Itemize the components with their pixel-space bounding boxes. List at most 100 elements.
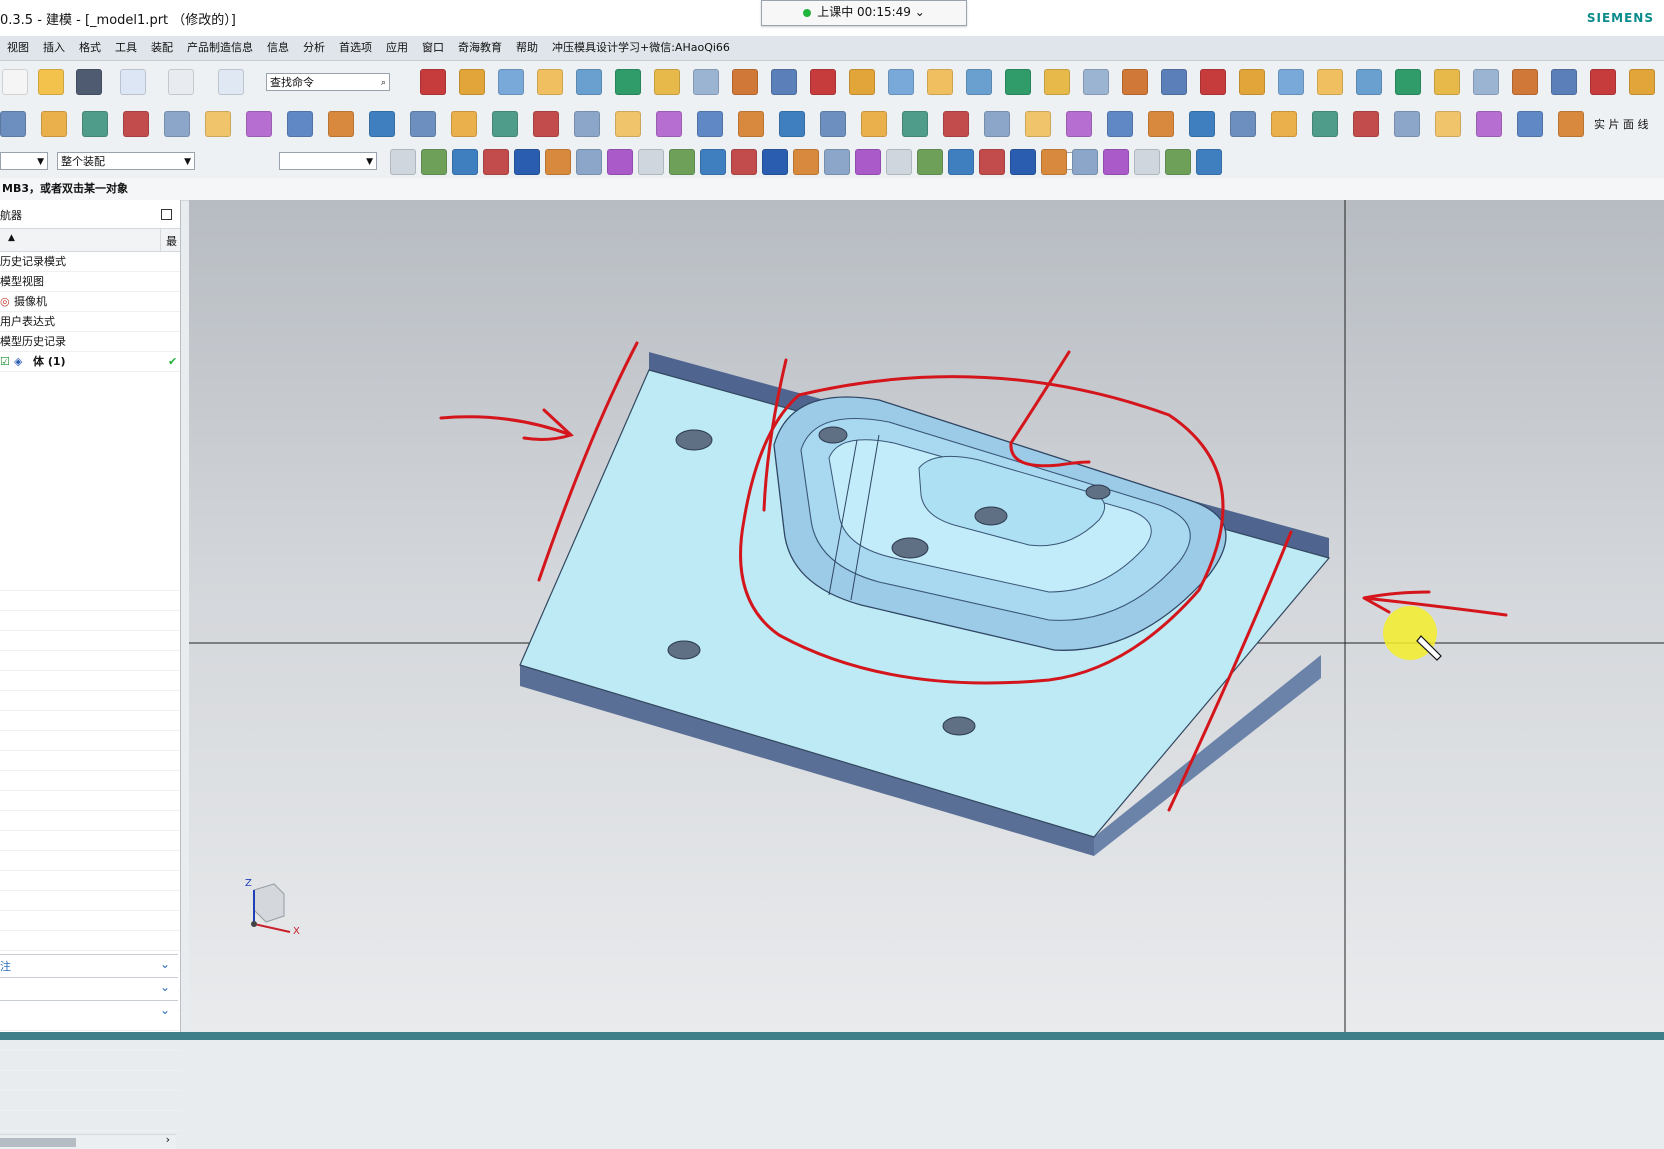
modeling-tool-29-icon[interactable] — [1148, 111, 1174, 137]
modeling-tool-21-icon[interactable] — [820, 111, 846, 137]
feature-tool-14-icon[interactable] — [927, 69, 953, 95]
tree-row-model-history[interactable]: 模型历史记录 — [0, 332, 180, 352]
menu-item[interactable]: 格式 — [72, 36, 108, 60]
expand-icon[interactable]: ⌄ — [160, 980, 170, 994]
modeling-tool-5-icon[interactable] — [164, 111, 190, 137]
feature-tool-3-icon[interactable] — [498, 69, 524, 95]
menu-item[interactable]: 帮助 — [509, 36, 545, 60]
modeling-tool-7-icon[interactable] — [246, 111, 272, 137]
snap-tool-7-icon[interactable] — [576, 149, 602, 175]
modeling-tool-18-icon[interactable] — [697, 111, 723, 137]
feature-tool-5-icon[interactable] — [576, 69, 602, 95]
redo-icon[interactable] — [168, 69, 194, 95]
menu-item[interactable]: 分析 — [296, 36, 332, 60]
modeling-tool-22-icon[interactable] — [861, 111, 887, 137]
modeling-tool-15-icon[interactable] — [574, 111, 600, 137]
snap-tool-19-icon[interactable] — [948, 149, 974, 175]
feature-tool-6-icon[interactable] — [615, 69, 641, 95]
tree-row-user-expressions[interactable]: 用户表达式 — [0, 312, 180, 332]
snap-tool-14-icon[interactable] — [793, 149, 819, 175]
feature-tool-26-icon[interactable] — [1395, 69, 1421, 95]
modeling-tool-32-icon[interactable] — [1271, 111, 1297, 137]
scroll-right-icon[interactable]: › — [166, 1133, 170, 1146]
menu-item[interactable]: 插入 — [36, 36, 72, 60]
modeling-tool-9-icon[interactable] — [328, 111, 354, 137]
menu-item[interactable]: 首选项 — [332, 36, 379, 60]
snap-tool-3-icon[interactable] — [452, 149, 478, 175]
snap-tool-18-icon[interactable] — [917, 149, 943, 175]
feature-tool-16-icon[interactable] — [1005, 69, 1031, 95]
feature-tool-17-icon[interactable] — [1044, 69, 1070, 95]
type-filter-select[interactable]: ▼ — [0, 152, 48, 170]
snap-tool-9-icon[interactable] — [638, 149, 664, 175]
modeling-tool-3-icon[interactable] — [82, 111, 108, 137]
feature-tool-12-icon[interactable] — [849, 69, 875, 95]
modeling-tool-10-icon[interactable] — [369, 111, 395, 137]
modeling-tool-26-icon[interactable] — [1025, 111, 1051, 137]
snap-tool-23-icon[interactable] — [1072, 149, 1098, 175]
save-icon[interactable] — [76, 69, 102, 95]
dock-panel-1[interactable]: 注 ⌄ — [0, 954, 178, 976]
undo-icon[interactable] — [120, 69, 146, 95]
feature-tool-18-icon[interactable] — [1083, 69, 1109, 95]
modeling-tool-28-icon[interactable] — [1107, 111, 1133, 137]
dock-panel-3[interactable]: ⌄ — [0, 1000, 178, 1022]
snap-tool-13-icon[interactable] — [762, 149, 788, 175]
maximize-icon[interactable] — [161, 209, 172, 220]
modeling-tool-20-icon[interactable] — [779, 111, 805, 137]
feature-tool-23-icon[interactable] — [1278, 69, 1304, 95]
feature-tool-29-icon[interactable] — [1512, 69, 1538, 95]
modeling-tool-33-icon[interactable] — [1312, 111, 1338, 137]
feature-tool-21-icon[interactable] — [1200, 69, 1226, 95]
snap-tool-26-icon[interactable] — [1165, 149, 1191, 175]
modeling-tool-19-icon[interactable] — [738, 111, 764, 137]
menu-item[interactable]: 奇海教育 — [451, 36, 509, 60]
feature-tool-9-icon[interactable] — [732, 69, 758, 95]
wcs-icon[interactable] — [218, 69, 244, 95]
modeling-tool-12-icon[interactable] — [451, 111, 477, 137]
feature-tool-28-icon[interactable] — [1473, 69, 1499, 95]
snap-tool-15-icon[interactable] — [824, 149, 850, 175]
snap-tool-6-icon[interactable] — [545, 149, 571, 175]
model-view[interactable] — [189, 200, 1664, 1032]
snap-tool-8-icon[interactable] — [607, 149, 633, 175]
menu-item[interactable]: 信息 — [260, 36, 296, 60]
expand-icon[interactable]: ⌄ — [160, 1003, 170, 1017]
modeling-tool-1-icon[interactable] — [0, 111, 26, 137]
sort-up-icon[interactable]: ▲ — [8, 233, 15, 243]
menu-item[interactable]: 冲压模具设计学习+微信:AHaoQi66 — [545, 36, 737, 60]
modeling-tool-38-icon[interactable] — [1517, 111, 1543, 137]
snap-tool-20-icon[interactable] — [979, 149, 1005, 175]
modeling-tool-14-icon[interactable] — [533, 111, 559, 137]
menu-item[interactable]: 应用 — [379, 36, 415, 60]
checkbox-icon[interactable]: ☑ — [0, 352, 10, 371]
dock-panel-2[interactable]: ⌄ — [0, 977, 178, 999]
modeling-tool-30-icon[interactable] — [1189, 111, 1215, 137]
menu-item[interactable]: 产品制造信息 — [180, 36, 260, 60]
expand-icon[interactable]: ⌄ — [160, 957, 170, 971]
modeling-tool-39-icon[interactable] — [1558, 111, 1584, 137]
feature-tool-11-icon[interactable] — [810, 69, 836, 95]
modeling-tool-34-icon[interactable] — [1353, 111, 1379, 137]
recording-indicator[interactable]: 上课中 00:15:49 ⌄ — [761, 0, 967, 26]
feature-tool-19-icon[interactable] — [1122, 69, 1148, 95]
menu-item[interactable]: 装配 — [144, 36, 180, 60]
command-search-input[interactable]: 查找命令 ⌕ — [266, 73, 390, 91]
feature-tool-2-icon[interactable] — [459, 69, 485, 95]
snap-tool-24-icon[interactable] — [1103, 149, 1129, 175]
modeling-tool-17-icon[interactable] — [656, 111, 682, 137]
tree-row-model-views[interactable]: 模型视图 — [0, 272, 180, 292]
modeling-tool-27-icon[interactable] — [1066, 111, 1092, 137]
modeling-tool-16-icon[interactable] — [615, 111, 641, 137]
snap-tool-11-icon[interactable] — [700, 149, 726, 175]
feature-tool-15-icon[interactable] — [966, 69, 992, 95]
modeling-tool-31-icon[interactable] — [1230, 111, 1256, 137]
snap-tool-12-icon[interactable] — [731, 149, 757, 175]
graphics-window[interactable]: Z X — [189, 200, 1664, 1032]
modeling-tool-13-icon[interactable] — [492, 111, 518, 137]
open-folder-icon[interactable] — [38, 69, 64, 95]
feature-tool-10-icon[interactable] — [771, 69, 797, 95]
snap-tool-27-icon[interactable] — [1196, 149, 1222, 175]
modeling-tool-24-icon[interactable] — [943, 111, 969, 137]
snap-tool-17-icon[interactable] — [886, 149, 912, 175]
